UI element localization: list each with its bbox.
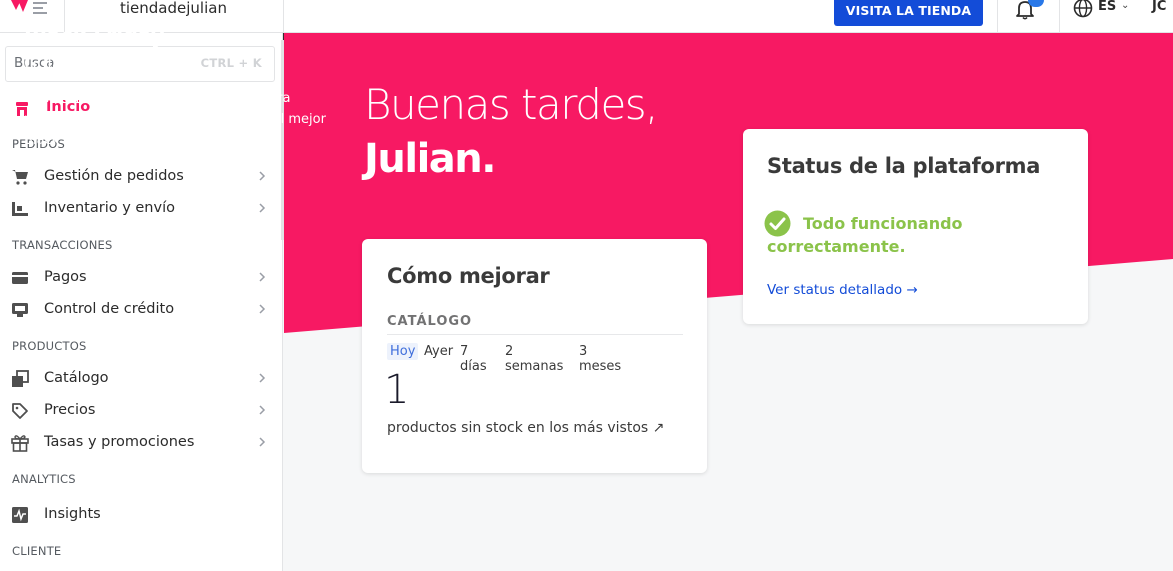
sidebar-item-label: Gestión de pedidos <box>44 168 184 184</box>
chevron-right-icon <box>259 437 266 447</box>
credit-icon <box>12 303 28 317</box>
catalog-icon <box>12 370 29 387</box>
sidebar-item-label: Tasas y promociones <box>44 434 195 450</box>
tab-period-2-weeks[interactable]: 2 semanas <box>502 343 566 375</box>
sidebar-item-prices[interactable]: Precios <box>0 399 283 425</box>
divider <box>997 0 998 33</box>
status-text: correctamente. <box>767 237 906 256</box>
card-title: Status de la plataforma <box>767 154 1041 178</box>
sidebar-item-promotions[interactable]: Tasas y promociones <box>0 431 283 457</box>
divider <box>1059 0 1060 33</box>
greeting-text: Buenas tardes, <box>364 80 659 129</box>
vtex-logo-icon[interactable] <box>8 0 48 20</box>
section-title: CLIENTE <box>12 544 62 558</box>
tab-period-today[interactable]: Hoy <box>387 343 419 360</box>
inventory-icon <box>12 202 28 216</box>
chevron-right-icon <box>259 171 266 181</box>
chevron-right-icon <box>259 304 266 314</box>
sidebar-item-credit-control[interactable]: Control de crédito <box>0 298 283 324</box>
visit-store-button[interactable]: VISITA LA TIENDA <box>834 0 983 26</box>
chart-icon <box>12 507 28 523</box>
sidebar-item-label: Catálogo <box>44 370 109 386</box>
user-name: Julian. <box>364 136 496 182</box>
sidebar-item-label: Pagos <box>44 269 87 285</box>
divider <box>283 0 284 33</box>
section-title: PRODUCTOS <box>12 339 87 353</box>
chevron-right-icon <box>259 203 266 213</box>
chevron-right-icon <box>259 272 266 282</box>
read-guide-link[interactable]: Lea la guía → <box>24 186 119 201</box>
gift-icon <box>11 435 29 452</box>
globe-icon[interactable] <box>1073 0 1093 18</box>
tab-period-3-months[interactable]: 3 meses <box>576 343 624 375</box>
top-bar: tiendadejulian VISITA LA TIENDA ES ⌄ JC <box>0 0 1173 33</box>
status-details-link[interactable]: Ver status detallado → <box>767 282 918 298</box>
platform-status-card: Status de la plataforma Todo funcionando… <box>743 129 1088 324</box>
tag-icon <box>12 403 28 419</box>
tab-period-7-days[interactable]: 7 días <box>457 343 490 375</box>
sidebar-item-label: Control de crédito <box>44 301 175 317</box>
user-avatar[interactable]: JC <box>1152 0 1166 14</box>
card-title: Black Friday <box>24 24 165 48</box>
sidebar-item-catalog[interactable]: Catálogo <box>0 367 283 393</box>
search-shortcut: CTRL + K <box>200 56 262 70</box>
card-subtitle: Guía 2018 <box>24 54 110 73</box>
check-circle-icon <box>764 210 791 237</box>
tab-period-yesterday[interactable]: Ayer <box>421 343 456 360</box>
improve-card: Cómo mejorar CATÁLOGO Hoy Ayer 7 días 2 … <box>362 239 707 473</box>
section-title: ANALYTICS <box>12 472 76 486</box>
card-icon <box>12 272 28 284</box>
account-name[interactable]: tiendadejulian <box>120 0 227 17</box>
sidebar-item-label: Inventario y envío <box>44 200 175 216</box>
sidebar-item-insights[interactable]: Insights <box>0 503 283 529</box>
language-selector[interactable]: ES <box>1098 0 1116 14</box>
chevron-down-icon[interactable]: ⌄ <box>1121 0 1129 11</box>
divider <box>387 334 683 335</box>
status-text: Todo funcionando <box>803 214 963 233</box>
cart-icon <box>12 170 28 185</box>
sidebar-item-label: Insights <box>44 506 101 522</box>
notification-badge <box>1028 0 1044 7</box>
chevron-right-icon <box>259 405 266 415</box>
metric-value: 1 <box>384 367 410 413</box>
sidebar-item-payments[interactable]: Pagos <box>0 266 283 292</box>
section-title: TRANSACCIONES <box>12 238 113 252</box>
chevron-right-icon <box>259 373 266 383</box>
sidebar-item-label: Precios <box>44 402 96 418</box>
card-description: Conozca todas las buenas prácticas para … <box>24 91 326 148</box>
metric-link[interactable]: productos sin stock en los más vistos ↗ <box>387 420 664 436</box>
card-title: Cómo mejorar <box>387 264 550 288</box>
section-label: CATÁLOGO <box>387 314 473 329</box>
